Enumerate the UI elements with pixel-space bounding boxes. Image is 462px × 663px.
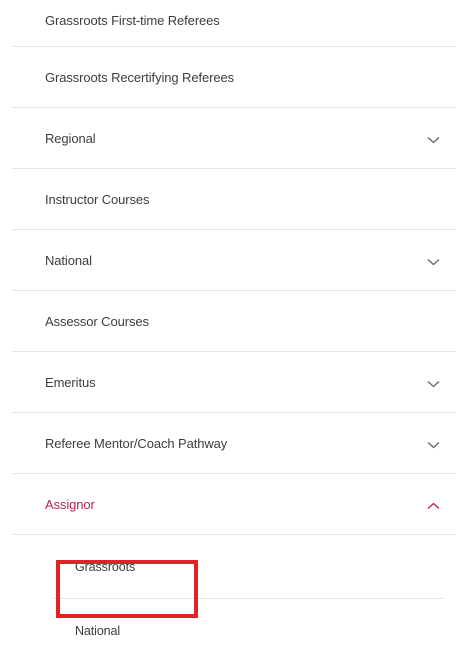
menu-item-assignor[interactable]: Assignor — [12, 474, 456, 535]
menu-item-label: Instructor Courses — [45, 191, 150, 207]
menu-item-grassroots-first-time-referees[interactable]: Grassroots First-time Referees — [12, 0, 456, 47]
course-menu: Grassroots First-time Referees Grassroot… — [12, 0, 456, 663]
menu-item-regional[interactable]: Regional — [12, 108, 456, 169]
menu-item-label: Assessor Courses — [45, 313, 149, 329]
submenu-item-grassroots[interactable]: Grassroots — [52, 535, 444, 599]
menu-item-label: Regional — [45, 130, 96, 146]
menu-item-grassroots-recertifying-referees[interactable]: Grassroots Recertifying Referees — [12, 47, 456, 108]
menu-item-label: Assignor — [45, 496, 95, 512]
chevron-down-icon[interactable] — [427, 258, 440, 266]
submenu-item-label: National — [75, 624, 121, 638]
menu-item-emeritus[interactable]: Emeritus — [12, 352, 456, 413]
submenu-item-label: Grassroots — [75, 559, 136, 574]
assignor-submenu: Grassroots National — [12, 535, 456, 663]
menu-item-instructor-courses[interactable]: Instructor Courses — [12, 169, 456, 230]
chevron-down-icon[interactable] — [427, 441, 440, 449]
menu-item-label: Emeritus — [45, 374, 96, 390]
submenu-item-national[interactable]: National — [12, 599, 456, 663]
menu-item-assessor-courses[interactable]: Assessor Courses — [12, 291, 456, 352]
menu-item-referee-mentor-coach-pathway[interactable]: Referee Mentor/Coach Pathway — [12, 413, 456, 474]
menu-item-label: Grassroots First-time Referees — [45, 12, 220, 28]
chevron-down-icon[interactable] — [427, 136, 440, 144]
menu-item-label: National — [45, 252, 92, 268]
menu-item-label: Grassroots Recertifying Referees — [45, 69, 234, 85]
menu-item-national[interactable]: National — [12, 230, 456, 291]
chevron-down-icon[interactable] — [427, 380, 440, 388]
menu-item-label: Referee Mentor/Coach Pathway — [45, 435, 228, 451]
chevron-up-icon[interactable] — [427, 502, 440, 510]
